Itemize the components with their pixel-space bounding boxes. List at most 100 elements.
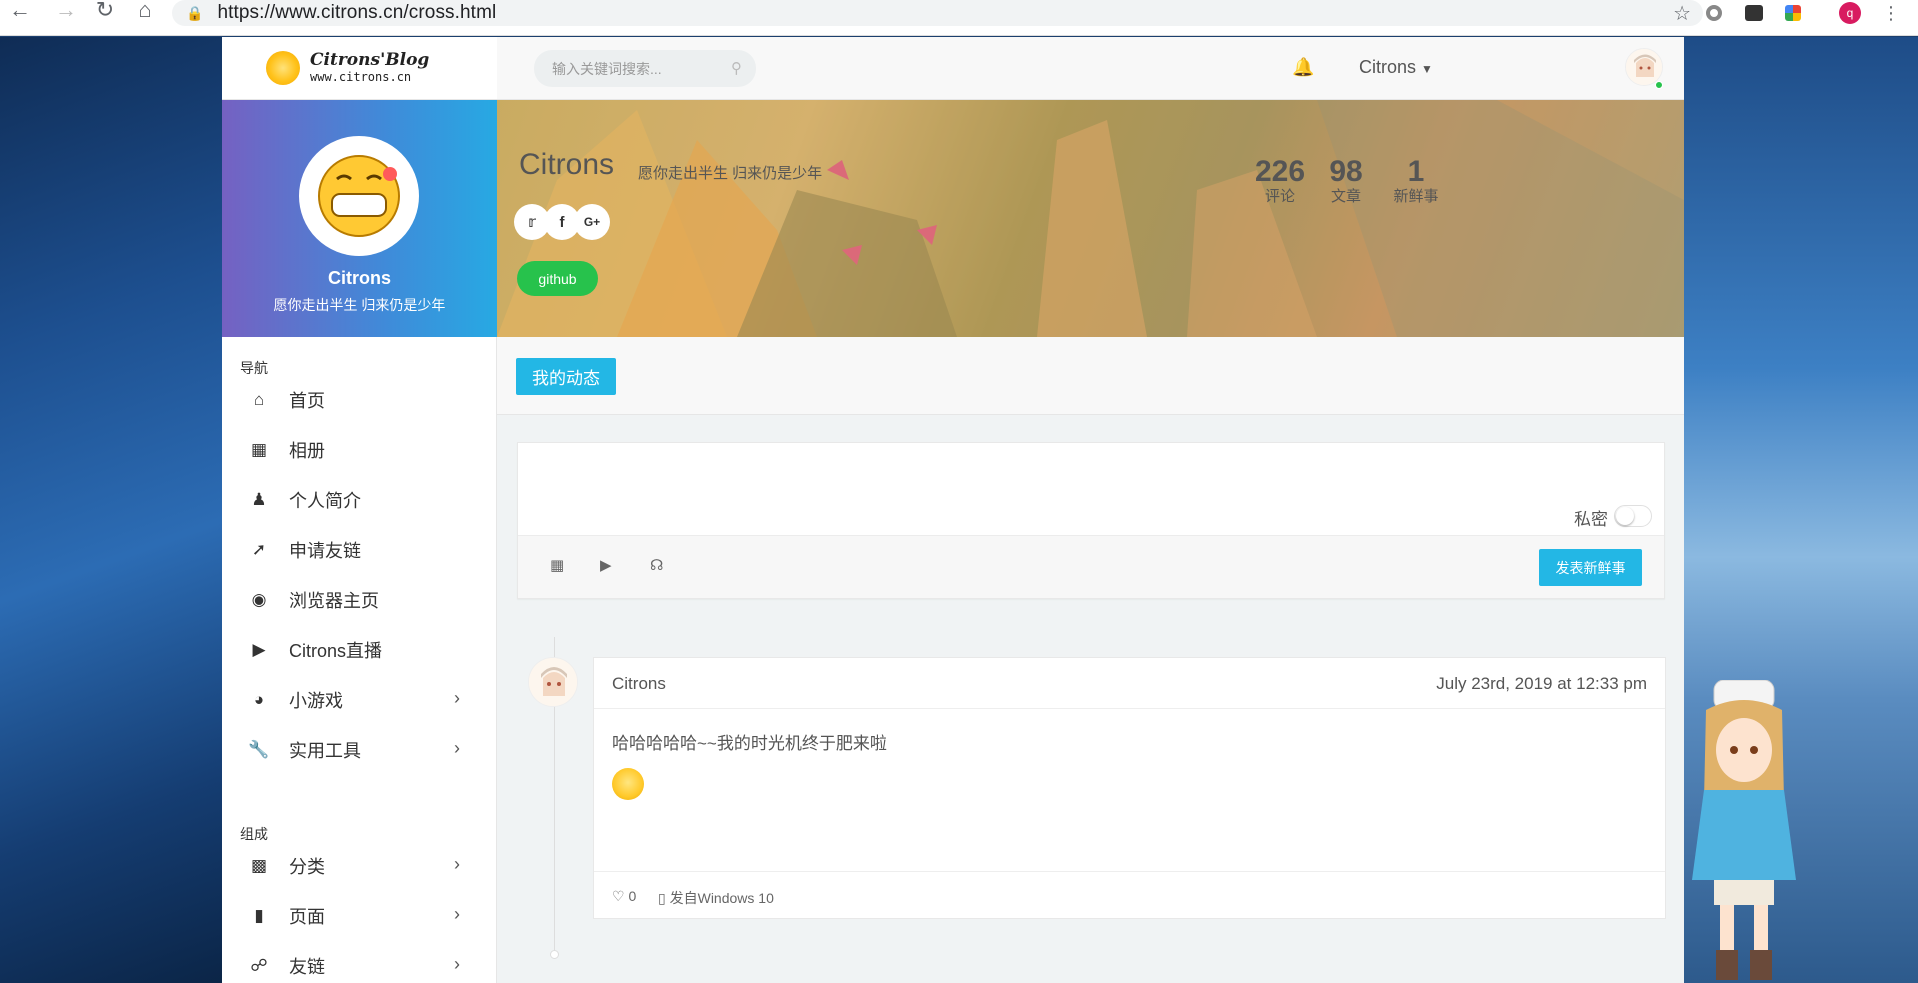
- google-plus-icon[interactable]: G+: [574, 204, 610, 240]
- bell-icon[interactable]: 🔔: [1292, 57, 1314, 78]
- sidebar-item-browser-home[interactable]: ◉ 浏览器主页: [222, 575, 497, 625]
- github-button[interactable]: github: [517, 261, 598, 296]
- sidebar-item-links[interactable]: ☍ 友链 ›: [222, 941, 497, 983]
- sidebar-item-label: 小游戏: [289, 691, 343, 711]
- online-status-dot: [1655, 81, 1663, 89]
- address-bar[interactable]: 🔒 https://www.citrons.cn/cross.html ☆: [172, 0, 1703, 26]
- sidebar-item-friend-link[interactable]: ➚ 申请友链: [222, 525, 497, 575]
- image-icon: ▦: [250, 440, 268, 459]
- chevron-right-icon: ›: [454, 904, 460, 924]
- stat-label: 文章: [1330, 188, 1361, 205]
- site-logo[interactable]: Citrons'Blog www.citrons.cn: [222, 37, 497, 100]
- sidebar-item-label: 个人简介: [289, 491, 361, 511]
- pin-icon: ➚: [251, 540, 267, 559]
- composer-toolbar: ▦ ▶ ☊ 发表新鲜事: [518, 535, 1664, 598]
- banner-name: Citrons: [519, 148, 615, 181]
- user-icon: ♟: [251, 490, 267, 509]
- chevron-right-icon: ›: [454, 954, 460, 974]
- sidebar-item-label: 实用工具: [289, 741, 361, 761]
- search-input[interactable]: 输入关键词搜索... ⚲: [534, 50, 756, 87]
- bookmark-star-icon[interactable]: ☆: [1673, 1, 1691, 26]
- post-header: Citrons July 23rd, 2019 at 12:33 pm: [594, 658, 1665, 709]
- laughing-emoji-icon: [612, 768, 644, 800]
- caret-down-icon: ▼: [1421, 62, 1433, 76]
- sidebar-item-profile[interactable]: ♟ 个人简介: [222, 475, 497, 525]
- globe-icon: ◉: [251, 590, 267, 609]
- wrench-icon: 🔧: [248, 740, 270, 759]
- logo-subtitle: www.citrons.cn: [310, 70, 412, 84]
- home-icon: ⌂: [253, 390, 265, 409]
- banner-overlay: [497, 100, 1684, 337]
- sidebar-item-album[interactable]: ▦ 相册: [222, 425, 497, 475]
- private-toggle[interactable]: [1614, 505, 1652, 527]
- sidebar-item-category[interactable]: ▩ 分类 ›: [222, 841, 497, 891]
- image-upload-icon[interactable]: ▦: [550, 556, 564, 574]
- home-icon[interactable]: ⌂: [127, 0, 163, 28]
- headphones-icon[interactable]: ☊: [650, 556, 663, 574]
- profile-banner: Citrons 愿你走出半生 归来仍是少年 𝕣 f G+ github 226 …: [497, 100, 1684, 337]
- composer-textarea[interactable]: [518, 443, 1664, 535]
- chevron-right-icon: ›: [454, 688, 460, 708]
- post-author-avatar[interactable]: [528, 657, 578, 707]
- post-moment-button[interactable]: 发表新鲜事: [1539, 549, 1642, 586]
- extension-mask-icon[interactable]: [1743, 2, 1765, 24]
- mascot-character: [1692, 680, 1796, 980]
- live-icon: ▶: [252, 640, 266, 659]
- profile-motto: 愿你走出半生 归来仍是少年: [273, 297, 446, 313]
- sidebar-item-label: 浏览器主页: [289, 591, 379, 611]
- logo-title: Citrons'Blog: [310, 50, 430, 70]
- moment-composer: 私密 ▦ ▶ ☊ 发表新鲜事: [517, 442, 1665, 599]
- sidebar-item-live[interactable]: ▶ Citrons直播: [222, 625, 497, 675]
- sidebar-item-label: 申请友链: [289, 541, 361, 561]
- profile-initial: q: [1839, 2, 1861, 24]
- like-count: 0: [628, 888, 637, 904]
- reload-icon[interactable]: ↻: [87, 0, 123, 28]
- chevron-right-icon: ›: [454, 854, 460, 874]
- profile-avatar-icon[interactable]: q: [1839, 2, 1861, 24]
- profile-avatar: [299, 136, 419, 256]
- post-date: July 23rd, 2019 at 12:33 pm: [1436, 674, 1647, 693]
- content-tabbar: 我的动态: [497, 337, 1684, 415]
- user-menu-label: Citrons: [1359, 57, 1417, 77]
- forward-icon[interactable]: →: [48, 0, 84, 28]
- sidebar-item-pages[interactable]: ▮ 页面 ›: [222, 891, 497, 941]
- stat-value: 98: [1329, 155, 1363, 188]
- video-icon[interactable]: ▶: [600, 556, 612, 574]
- tab-my-moments[interactable]: 我的动态: [516, 358, 616, 395]
- stat-label: 评论: [1264, 188, 1295, 205]
- stat-value: 1: [1407, 155, 1425, 188]
- post-footer: ♡ 0 ▯ 发自Windows 10: [594, 871, 1665, 918]
- top-header: 输入关键词搜索... ⚲ 🔔 Citrons ▼: [497, 37, 1684, 100]
- profile-card: Citrons 愿你走出半生 归来仍是少年: [222, 100, 497, 337]
- post-content: 哈哈哈哈哈~~我的时光机终于肥来啦: [612, 734, 887, 753]
- post-author[interactable]: Citrons: [612, 674, 666, 694]
- back-icon[interactable]: ←: [2, 0, 38, 28]
- toggle-knob: [1616, 507, 1634, 525]
- url-text: https://www.citrons.cn/cross.html: [217, 2, 497, 23]
- sidebar-nav: 导航 ⌂ 首页 ▦ 相册 ♟ 个人简介 ➚ 申请友链 ◉ 浏览器主页 ▶ Cit…: [222, 337, 497, 983]
- game-icon: ◕: [253, 690, 265, 709]
- like-button[interactable]: ♡ 0: [612, 888, 636, 905]
- lock-icon: 🔒: [186, 4, 204, 21]
- menu-kebab-icon[interactable]: ⋮: [1880, 2, 1902, 24]
- search-icon[interactable]: ⚲: [731, 59, 742, 77]
- chevron-right-icon: ›: [454, 738, 460, 758]
- heart-icon: ♡: [612, 888, 625, 904]
- banner-motto: 愿你走出半生 归来仍是少年: [638, 165, 823, 182]
- extension-pinwheel-icon[interactable]: [1782, 2, 1804, 24]
- grid-icon: ▩: [250, 856, 268, 875]
- site-container: Citrons'Blog www.citrons.cn 输入关键词搜索... ⚲…: [222, 37, 1684, 983]
- stat-moments: 1 新鲜事: [1391, 156, 1441, 206]
- private-label: 私密: [1574, 510, 1608, 529]
- sidebar-item-games[interactable]: ◕ 小游戏 ›: [222, 675, 497, 725]
- timeline-end-dot: [550, 950, 559, 959]
- stat-value: 226: [1255, 155, 1306, 188]
- device-label: 发自Windows 10: [669, 890, 774, 906]
- sidebar-item-home[interactable]: ⌂ 首页: [222, 375, 497, 425]
- user-menu[interactable]: Citrons ▼: [1359, 57, 1433, 78]
- file-icon: ▮: [254, 906, 264, 925]
- moment-post-card: Citrons July 23rd, 2019 at 12:33 pm 哈哈哈哈…: [593, 657, 1666, 919]
- stat-comments: 226 评论: [1255, 156, 1305, 206]
- extension-circle-icon[interactable]: [1703, 2, 1725, 24]
- sidebar-item-tools[interactable]: 🔧 实用工具 ›: [222, 725, 497, 775]
